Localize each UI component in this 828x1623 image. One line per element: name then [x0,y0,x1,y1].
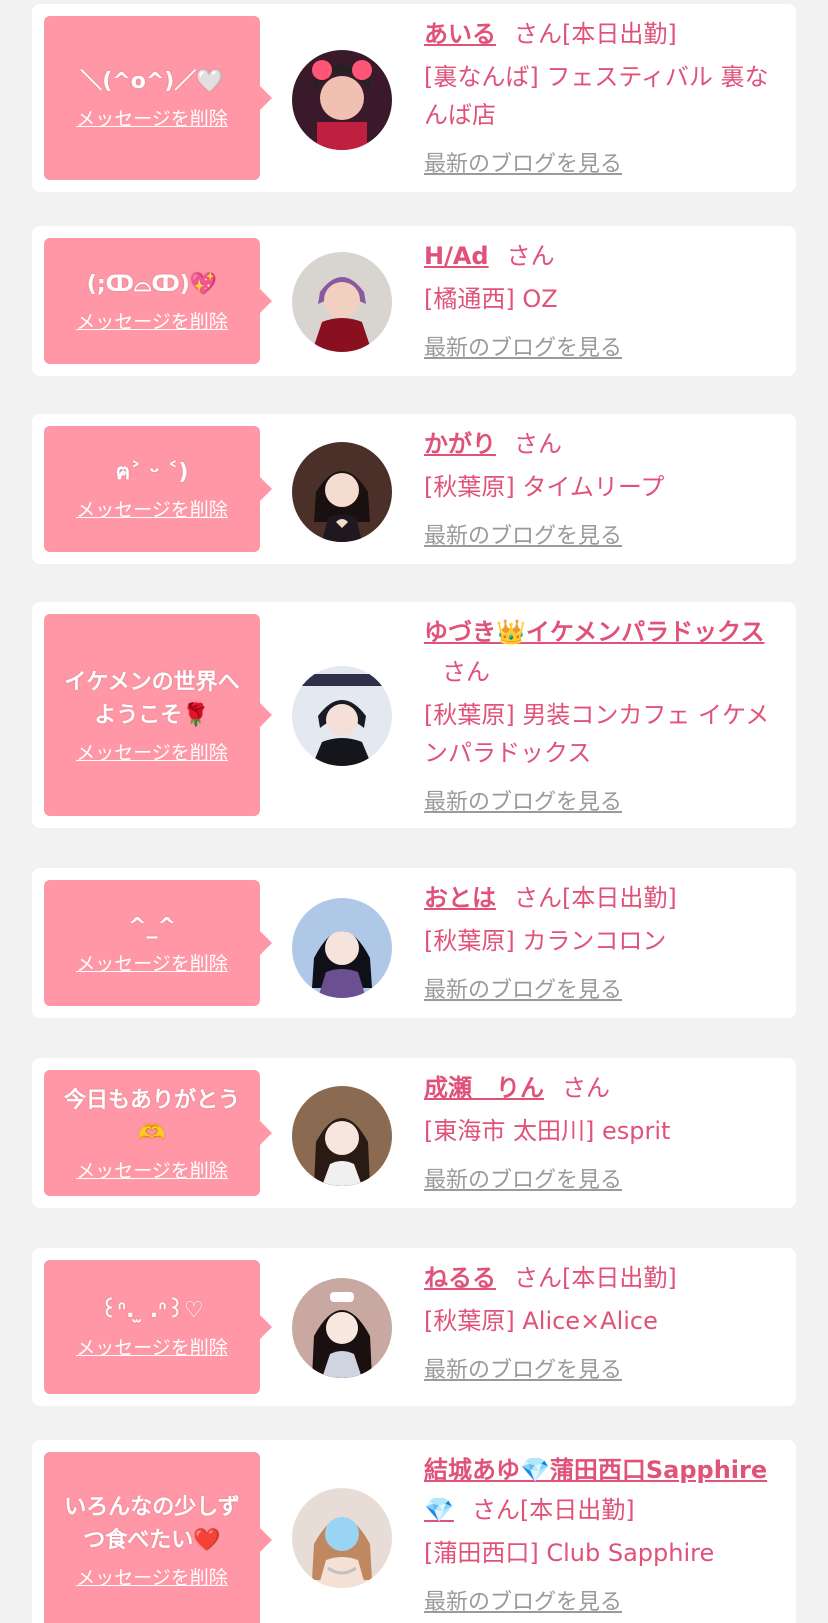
avatar-photo [292,442,392,542]
avatar-photo [292,1278,392,1378]
delete-message-link[interactable]: メッセージを削除 [76,1333,228,1360]
honorific: さん [514,430,562,458]
message-bubble: ꒰ᐢ. ̫ .ᐢ꒱♡ メッセージを削除 [44,1260,272,1394]
list-item: ^_^ メッセージを削除 おとは さん[本日出勤] [秋葉原] カランコロン 最新… [32,868,796,1018]
cast-name-link[interactable]: H/Ad [424,242,489,270]
avatar[interactable] [292,50,392,150]
list-item: (;ↀ⌓ↀ)💖 メッセージを削除 H/Ad さん [橘通西] OZ 最新のブログを… [32,226,796,376]
avatar-photo [292,898,392,998]
cast-info: 結城あゆ💎蒲田西口Sapphire💎 さん[本日出勤] [蒲田西口] Club S… [424,1450,784,1616]
honorific: さん [562,1074,610,1102]
message-text: ꒰ᐢ. ̫ .ᐢ꒱♡ [100,1298,204,1323]
latest-blog-link[interactable]: 最新のブログを見る [424,330,622,362]
cast-name-link[interactable]: ねるる [424,1264,496,1292]
delete-message-link[interactable]: メッセージを削除 [76,949,228,976]
avatar-photo [292,1488,392,1588]
cast-name-link[interactable]: ゆづき👑イケメンパラドックス [424,618,764,646]
avatar[interactable] [292,1086,392,1186]
delete-message-link[interactable]: メッセージを削除 [76,1156,228,1183]
avatar-photo [292,50,392,150]
message-bubble: ^_^ メッセージを削除 [44,880,272,1006]
cast-info: 成瀬 りん さん [東海市 太田川] esprit 最新のブログを見る [424,1068,784,1194]
cast-name-link[interactable]: あいる [424,20,496,48]
avatar-photo [292,252,392,352]
attendance-status: [本日出勤] [562,884,677,912]
avatar[interactable] [292,898,392,998]
honorific: さん [514,1264,562,1292]
message-text: ＼(^o^)／🤍 [80,69,224,94]
list-item: 今日もありがとう🫶 メッセージを削除 成瀬 りん さん [東海市 太田川] esp… [32,1058,796,1208]
shop-name: [秋葉原] Alice×Alice [424,1307,658,1335]
message-bubble: ฅ˃ ᵕ ˂) メッセージを削除 [44,426,272,552]
avatar-photo [292,1086,392,1186]
message-text: イケメンの世界へようこそ🌹 [64,669,240,728]
message-bubble: (;ↀ⌓ↀ)💖 メッセージを削除 [44,238,272,364]
delete-message-link[interactable]: メッセージを削除 [76,738,228,765]
avatar[interactable] [292,252,392,352]
cast-name-link[interactable]: かがり [424,430,496,458]
avatar[interactable] [292,1488,392,1588]
avatar[interactable] [292,442,392,542]
cast-info: ゆづき👑イケメンパラドックスさん [秋葉原] 男装コンカフェ イケメンパラドック… [424,612,784,816]
honorific: さん [442,658,490,686]
latest-blog-link[interactable]: 最新のブログを見る [424,1584,622,1616]
latest-blog-link[interactable]: 最新のブログを見る [424,1352,622,1384]
cast-name-link[interactable]: おとは [424,884,496,912]
cast-info: おとは さん[本日出勤] [秋葉原] カランコロン 最新のブログを見る [424,878,784,1004]
delete-message-link[interactable]: メッセージを削除 [76,104,228,131]
message-bubble: イケメンの世界へようこそ🌹 メッセージを削除 [44,614,272,816]
avatar[interactable] [292,1278,392,1378]
shop-name: [裏なんば] フェスティバル 裏なんば店 [424,63,769,129]
message-text: ฅ˃ ᵕ ˂) [115,460,189,485]
message-text: (;ↀ⌓ↀ)💖 [86,272,218,297]
latest-blog-link[interactable]: 最新のブログを見る [424,146,622,178]
attendance-status: [本日出勤] [562,1264,677,1292]
latest-blog-link[interactable]: 最新のブログを見る [424,784,622,816]
shop-name: [秋葉原] 男装コンカフェ イケメンパラドックス [424,701,770,767]
cast-info: H/Ad さん [橘通西] OZ 最新のブログを見る [424,236,784,362]
shop-name: [橘通西] OZ [424,285,558,313]
list-item: ꒰ᐢ. ̫ .ᐢ꒱♡ メッセージを削除 ねるる さん[本日出勤] [秋葉原] Al… [32,1248,796,1406]
honorific: さん [514,20,562,48]
delete-message-link[interactable]: メッセージを削除 [76,1563,228,1590]
message-text: 今日もありがとう🫶 [63,1087,240,1146]
honorific: さん [471,1496,520,1524]
cast-name-link[interactable]: 成瀬 りん [424,1074,544,1102]
cast-info: かがり さん [秋葉原] タイムリープ 最新のブログを見る [424,424,784,550]
honorific: さん [514,884,562,912]
shop-name: [東海市 太田川] esprit [424,1117,671,1145]
message-text: ^_^ [128,914,176,939]
latest-blog-link[interactable]: 最新のブログを見る [424,518,622,550]
delete-message-link[interactable]: メッセージを削除 [76,307,228,334]
list-item: ＼(^o^)／🤍 メッセージを削除 あいる さん[本日出勤] [裏なんば] フェス… [32,4,796,192]
shop-name: [秋葉原] タイムリープ [424,473,665,501]
delete-message-link[interactable]: メッセージを削除 [76,495,228,522]
latest-blog-link[interactable]: 最新のブログを見る [424,1162,622,1194]
message-bubble: 今日もありがとう🫶 メッセージを削除 [44,1070,272,1196]
shop-name: [蒲田西口] Club Sapphire [424,1539,715,1567]
attendance-status: [本日出勤] [519,1496,635,1524]
list-item: いろんなの少しずつ食べたい❤️ メッセージを削除 結城あゆ💎蒲田西口Sapphi… [32,1440,796,1623]
latest-blog-link[interactable]: 最新のブログを見る [424,972,622,1004]
message-bubble: ＼(^o^)／🤍 メッセージを削除 [44,16,272,180]
message-text: いろんなの少しずつ食べたい❤️ [64,1494,240,1553]
list-item: イケメンの世界へようこそ🌹 メッセージを削除 ゆづき👑イケメンパラドックスさん … [32,602,796,828]
list-item: ฅ˃ ᵕ ˂) メッセージを削除 かがり さん [秋葉原] タイムリープ 最新のブ… [32,414,796,564]
avatar-photo [292,666,392,766]
message-bubble: いろんなの少しずつ食べたい❤️ メッセージを削除 [44,1452,272,1623]
shop-name: [秋葉原] カランコロン [424,927,667,955]
message-list: ＼(^o^)／🤍 メッセージを削除 あいる さん[本日出勤] [裏なんば] フェス… [0,0,828,1623]
cast-info: ねるる さん[本日出勤] [秋葉原] Alice×Alice 最新のブログを見る [424,1258,784,1384]
cast-info: あいる さん[本日出勤] [裏なんば] フェスティバル 裏なんば店 最新のブログを… [424,14,784,178]
avatar[interactable] [292,666,392,766]
honorific: さん [506,242,555,270]
attendance-status: [本日出勤] [562,20,677,48]
